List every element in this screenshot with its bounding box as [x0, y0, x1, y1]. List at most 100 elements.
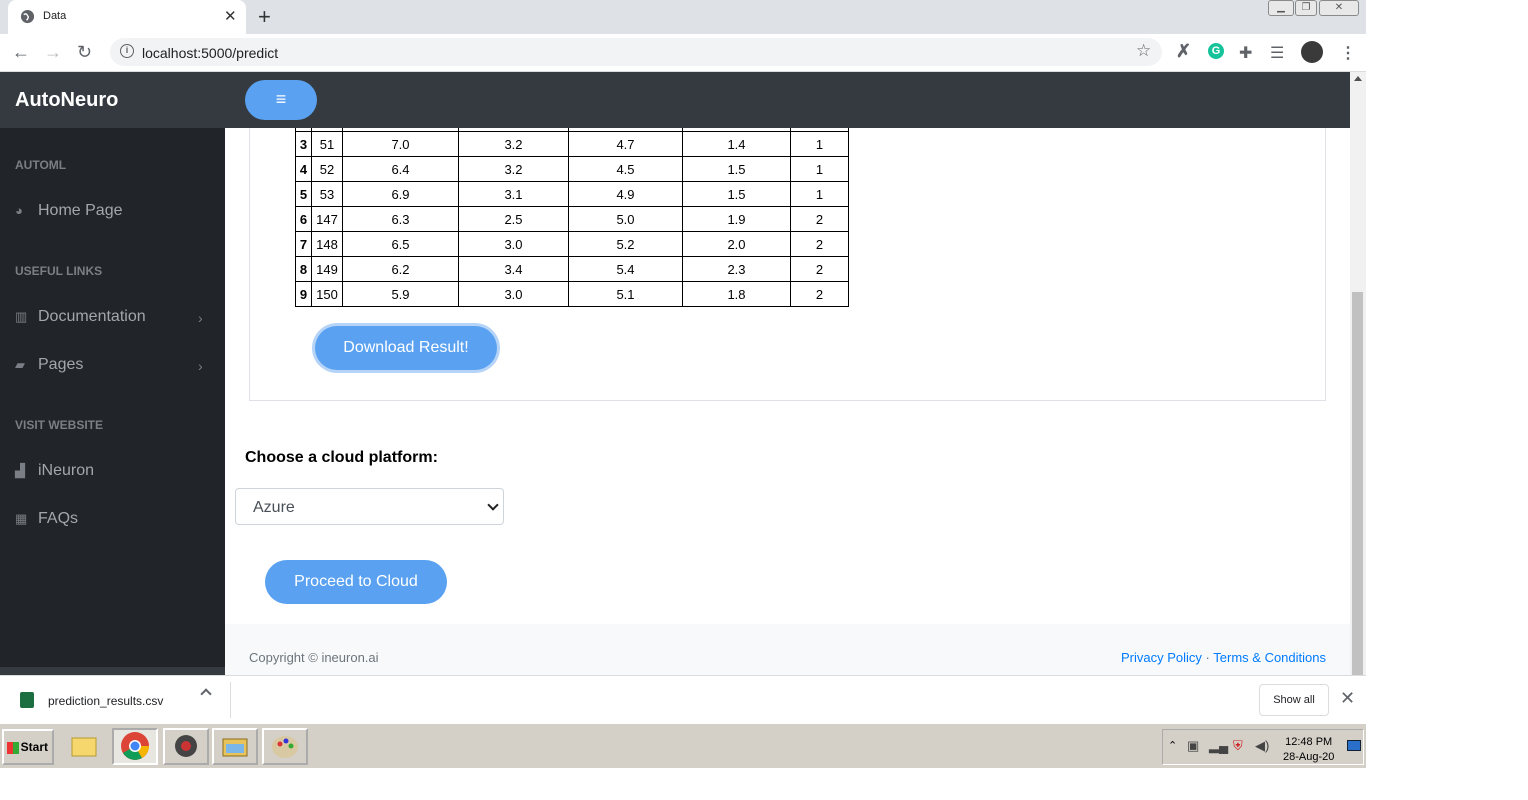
- app: AutoNeuro ≡ AUTOML ◕ Home Page USEFUL LIN…: [0, 72, 1350, 675]
- cloud-platform-label: Choose a cloud platform:: [245, 449, 438, 466]
- scrollbar-thumb[interactable]: [1352, 292, 1363, 675]
- sidebar-heading-automl: AUTOML: [15, 158, 67, 172]
- system-tray: ⌃ ▣ ▂▄ ⛨ ◀) 12:48 PM 28-Aug-20: [1162, 729, 1364, 765]
- table-cell: 1.5: [682, 181, 791, 207]
- tab-close-icon[interactable]: ✕: [224, 7, 237, 25]
- brand-logo[interactable]: AutoNeuro: [15, 89, 118, 112]
- start-button[interactable]: Start: [2, 729, 54, 765]
- table-cell: 6.4: [342, 156, 459, 182]
- profile-avatar[interactable]: [1301, 41, 1323, 63]
- row-index-cell: 6: [295, 206, 312, 232]
- app-spider-icon[interactable]: [163, 728, 209, 765]
- table-cell: 5.9: [342, 281, 459, 307]
- screen: Data ✕ + ▁ ❐ ✕ ← → ↻ i localhost:5000/pr…: [0, 0, 1366, 768]
- sidebar-item-label: iNeuron: [38, 462, 95, 479]
- table-cell: 1.8: [682, 281, 791, 307]
- new-tab-icon[interactable]: +: [258, 4, 271, 30]
- media-queue-icon[interactable]: ☰: [1270, 43, 1284, 63]
- tray-expand-icon[interactable]: ⌃: [1168, 739, 1177, 752]
- sidebar-item-label: FAQs: [38, 510, 79, 527]
- result-card: 204.73.21.30.203517.03.24.71.414526.43.2…: [249, 106, 1326, 401]
- folder-icon[interactable]: [64, 728, 110, 765]
- forward-icon[interactable]: →: [44, 42, 62, 63]
- table-cell: 51: [311, 131, 343, 157]
- proceed-to-cloud-button[interactable]: Proceed to Cloud: [265, 560, 447, 604]
- terms-link[interactable]: Terms & Conditions: [1213, 650, 1326, 665]
- table-cell: 5.2: [568, 231, 683, 257]
- table-icon: ▦: [15, 511, 28, 526]
- url-text[interactable]: localhost:5000/predict: [142, 45, 278, 61]
- row-index-cell: 3: [295, 131, 312, 157]
- info-icon[interactable]: i: [120, 44, 134, 58]
- chart-icon: ▟: [15, 463, 25, 478]
- table-cell: 148: [311, 231, 343, 257]
- privacy-policy-link[interactable]: Privacy Policy: [1121, 650, 1202, 665]
- table-row: 6 147 6.3 2.5 5.0 1.9 2: [295, 206, 849, 232]
- close-window-icon[interactable]: ✕: [1319, 0, 1359, 16]
- prediction-table: 204.73.21.30.203517.03.24.71.414526.43.2…: [295, 106, 849, 307]
- browser-tab[interactable]: Data ✕: [8, 0, 246, 34]
- download-shelf: prediction_results.csv Show all ✕: [0, 675, 1366, 723]
- sidebar-item-faqs[interactable]: ▦ FAQs: [15, 510, 78, 528]
- chevron-down-icon: [487, 499, 499, 511]
- chevron-up-icon[interactable]: [200, 688, 212, 700]
- sidebar-item-ineuron[interactable]: ▟ iNeuron: [15, 462, 94, 480]
- maximize-icon[interactable]: ❐: [1295, 0, 1317, 16]
- back-icon[interactable]: ←: [12, 42, 30, 63]
- table-cell: 150: [311, 281, 343, 307]
- sidebar-toggle-button[interactable]: ≡: [245, 80, 317, 120]
- copyright-text: Copyright © ineuron.ai: [249, 650, 379, 665]
- download-result-button[interactable]: Download Result!: [315, 326, 497, 370]
- clock-time: 12:48 PM: [1285, 736, 1333, 748]
- row-index-cell: 8: [295, 256, 312, 282]
- sidebar-item-pages[interactable]: ▰ Pages: [15, 356, 83, 374]
- start-label: Start: [20, 740, 48, 754]
- tray-device-icon[interactable]: ▣: [1187, 738, 1199, 754]
- page-scrollbar[interactable]: [1350, 72, 1366, 675]
- show-all-button[interactable]: Show all: [1259, 684, 1329, 716]
- table-cell: 3.2: [458, 131, 569, 157]
- table-cell: 53: [311, 181, 343, 207]
- reload-icon[interactable]: ↻: [77, 42, 92, 63]
- footer-links: Privacy Policy · Terms & Conditions: [1121, 650, 1326, 665]
- close-shelf-icon[interactable]: ✕: [1340, 688, 1355, 709]
- bookmark-star-icon[interactable]: ☆: [1136, 41, 1151, 61]
- security-alert-icon[interactable]: ⛨: [1233, 738, 1243, 754]
- network-icon[interactable]: ▂▄: [1209, 738, 1228, 754]
- scroll-up-icon[interactable]: [1354, 76, 1362, 81]
- table-cell: 6.5: [342, 231, 459, 257]
- table-row: 9 150 5.9 3.0 5.1 1.8 2: [295, 281, 849, 307]
- menu-dots-icon[interactable]: ⋮: [1340, 43, 1356, 63]
- table-cell: 4.9: [568, 181, 683, 207]
- sidebar-item-home-page[interactable]: ◕ Home Page: [15, 202, 123, 220]
- table-cell: 3.2: [458, 156, 569, 182]
- download-filename[interactable]: prediction_results.csv: [48, 694, 163, 708]
- x-extension-icon[interactable]: ✗: [1176, 41, 1191, 62]
- file-explorer-icon[interactable]: [212, 728, 258, 765]
- sidebar: AUTOML ◕ Home Page USEFUL LINKS ▥ Document…: [0, 128, 225, 675]
- minimize-icon[interactable]: ▁: [1268, 0, 1294, 16]
- volume-icon[interactable]: ◀): [1255, 738, 1269, 754]
- table-cell: 2: [790, 206, 849, 232]
- grammarly-icon[interactable]: G: [1208, 43, 1224, 59]
- cloud-platform-select[interactable]: Azure: [235, 488, 504, 525]
- shelf-divider: [230, 682, 231, 718]
- table-cell: 6.2: [342, 256, 459, 282]
- tab-title: Data: [43, 10, 67, 22]
- chrome-icon[interactable]: [112, 728, 158, 765]
- table-cell: 6.3: [342, 206, 459, 232]
- book-icon: ▰: [15, 357, 25, 372]
- table-cell: 2.5: [458, 206, 569, 232]
- sidebar-item-documentation[interactable]: ▥ Documentation: [15, 308, 146, 326]
- csv-file-icon: [20, 692, 34, 708]
- puzzle-extensions-icon[interactable]: ✚: [1239, 43, 1252, 63]
- table-row: 3 51 7.0 3.2 4.7 1.4 1: [295, 131, 849, 157]
- columns-icon: ▥: [15, 309, 28, 324]
- table-cell: 2.0: [682, 231, 791, 257]
- tray-clock[interactable]: 12:48 PM 28-Aug-20: [1283, 735, 1334, 765]
- paint-icon[interactable]: [262, 728, 308, 765]
- sidebar-item-label: Pages: [38, 356, 84, 373]
- show-desktop-icon[interactable]: [1347, 740, 1361, 751]
- table-row: 4 52 6.4 3.2 4.5 1.5 1: [295, 156, 849, 182]
- omnibox[interactable]: i localhost:5000/predict ☆: [110, 38, 1162, 66]
